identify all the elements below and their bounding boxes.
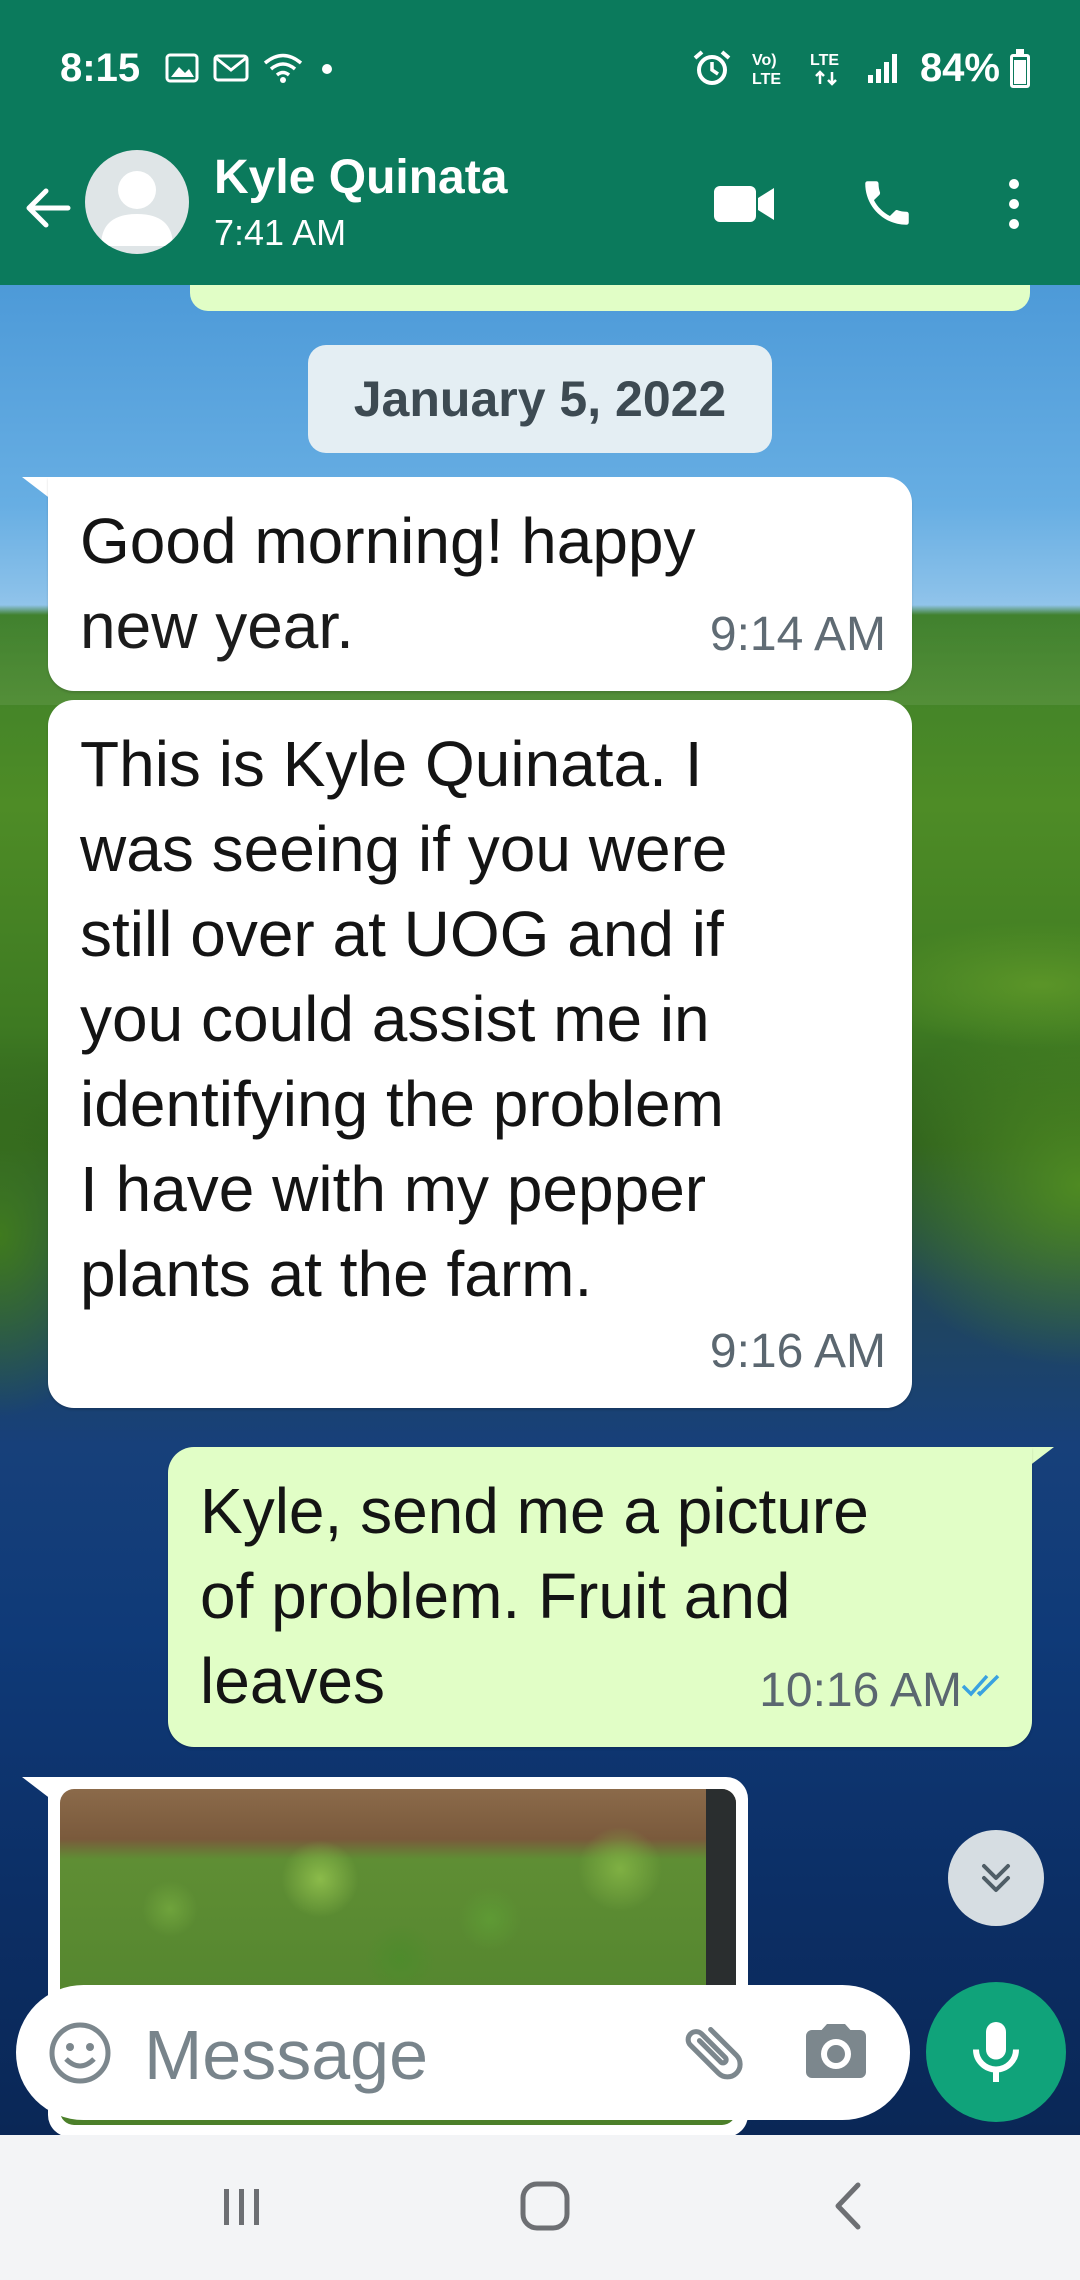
status-time: 8:15 bbox=[60, 46, 141, 90]
battery-icon bbox=[1010, 49, 1030, 88]
message-time: 9:14 AM bbox=[709, 608, 886, 661]
back-arrow-icon[interactable] bbox=[18, 178, 78, 238]
attach-icon[interactable] bbox=[676, 2015, 752, 2096]
camera-icon[interactable] bbox=[800, 2015, 872, 2092]
battery-percent: 84% bbox=[919, 46, 1000, 90]
message-input[interactable] bbox=[144, 2013, 664, 2097]
message-text: Good morning! happy new year. bbox=[80, 505, 696, 662]
more-vertical-icon[interactable] bbox=[1000, 174, 1028, 239]
video-call-icon[interactable] bbox=[712, 180, 776, 233]
message-bubble-incoming[interactable]: This is Kyle Quinata. I was seeing if yo… bbox=[48, 700, 912, 1408]
lte-icon: LTE bbox=[808, 48, 848, 88]
svg-text:Vo): Vo) bbox=[752, 52, 777, 69]
system-nav-bar bbox=[0, 2135, 1080, 2280]
recents-icon[interactable] bbox=[218, 2183, 266, 2236]
volte-icon: Vo) LTE bbox=[750, 48, 790, 88]
dot-icon bbox=[317, 53, 337, 83]
phone-icon[interactable] bbox=[858, 174, 916, 237]
message-time: 10:16 AM bbox=[759, 1664, 962, 1717]
contact-name[interactable]: Kyle Quinata bbox=[214, 150, 507, 205]
image-icon bbox=[165, 53, 199, 83]
last-seen: 7:41 AM bbox=[214, 212, 347, 253]
message-bubble-incoming[interactable]: Good morning! happy new year. 9:14 AM bbox=[48, 477, 912, 691]
message-time: 9:16 AM bbox=[709, 1325, 886, 1378]
date-divider: January 5, 2022 bbox=[308, 345, 772, 453]
message-text: This is Kyle Quinata. I was seeing if yo… bbox=[80, 728, 728, 1310]
home-icon[interactable] bbox=[518, 2179, 572, 2238]
message-composer bbox=[16, 1985, 910, 2120]
read-double-check-icon bbox=[960, 1636, 1008, 1721]
alarm-icon bbox=[692, 49, 732, 87]
message-bubble-outgoing[interactable]: Kyle, send me a picture of problem. Frui… bbox=[168, 1447, 1032, 1747]
status-system-icons: Vo) LTE LTE bbox=[692, 48, 900, 88]
mic-button[interactable] bbox=[926, 1982, 1066, 2122]
mail-icon bbox=[213, 53, 249, 83]
avatar[interactable] bbox=[85, 150, 189, 254]
mic-icon bbox=[973, 2022, 1019, 2082]
scroll-down-icon[interactable] bbox=[948, 1830, 1044, 1926]
status-notification-icons bbox=[165, 52, 337, 84]
previous-message-bubble[interactable] bbox=[190, 285, 1030, 311]
svg-text:LTE: LTE bbox=[752, 71, 781, 88]
emoji-icon[interactable] bbox=[46, 2019, 114, 2092]
status-bar: 8:15 Vo) LTE LTE 84% bbox=[0, 0, 1080, 140]
signal-icon bbox=[866, 51, 900, 85]
wifi-icon bbox=[263, 52, 303, 84]
back-nav-icon[interactable] bbox=[826, 2179, 874, 2238]
chat-area[interactable]: January 5, 2022 Good morning! happy new … bbox=[0, 285, 1080, 2135]
chat-header: Kyle Quinata 7:41 AM bbox=[0, 140, 1080, 285]
svg-text:LTE: LTE bbox=[810, 52, 839, 69]
